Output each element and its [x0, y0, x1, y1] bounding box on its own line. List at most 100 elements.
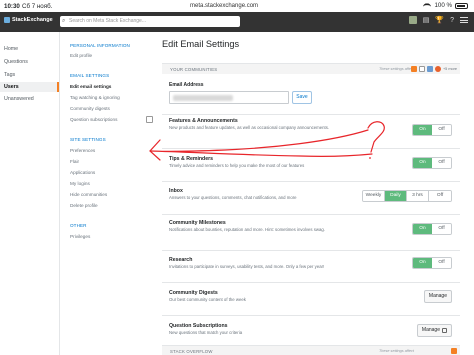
option-weekly[interactable]: Weekly — [363, 191, 385, 201]
research-toggle[interactable]: On Off — [412, 257, 452, 269]
toggle-off[interactable]: Off — [432, 125, 451, 135]
setting-description: New products and feature updates, as wel… — [169, 125, 330, 130]
left-navigation: Home Questions Tags Users Unanswered — [0, 32, 60, 355]
manage-digests-button[interactable]: Manage — [423, 290, 452, 303]
inbox-icon[interactable]: ▤ — [423, 16, 430, 24]
site-switcher-icon[interactable] — [460, 17, 468, 23]
setting-title: Features & Announcements — [169, 118, 238, 124]
link-flair[interactable]: Flair — [70, 159, 79, 164]
setting-description: Invitations to participate in surveys, u… — [169, 264, 325, 269]
link-hide-communities[interactable]: Hide communities — [70, 192, 107, 197]
option-daily[interactable]: Daily — [385, 191, 407, 201]
save-email-button[interactable]: Save — [292, 91, 312, 104]
stackoverflow-site-icon — [451, 348, 457, 354]
help-icon[interactable]: ? — [450, 17, 454, 24]
manage-label: Manage — [421, 327, 440, 333]
section-email-settings: EMAIL SETTINGS — [70, 73, 110, 78]
search-icon: ⌕ — [62, 18, 66, 24]
stack-overflow-label: STACK OVERFLOW — [170, 349, 213, 354]
setting-row-inbox: Inbox Answers to your questions, comment… — [162, 181, 460, 214]
affected-sites: +5 more — [410, 66, 457, 72]
tips-toggle[interactable]: On Off — [412, 157, 452, 169]
link-tag-watching[interactable]: Tag watching & ignoring — [70, 95, 120, 100]
url-bar[interactable]: meta.stackexchange.com — [190, 3, 258, 9]
site-topbar: StackExchange ⌕ Search on Meta Stack Exc… — [0, 12, 474, 32]
external-link-icon[interactable] — [146, 116, 153, 123]
more-sites-link[interactable]: +5 more — [443, 67, 457, 71]
setting-description: Answers to your questions, comments, cha… — [169, 195, 297, 200]
setting-title: Community Digests — [169, 290, 218, 296]
site-logo-text: StackExchange — [12, 17, 53, 23]
setting-description: Our best community content of the week — [169, 297, 246, 302]
option-off[interactable]: Off — [429, 191, 451, 201]
link-my-logins[interactable]: My logins — [70, 181, 90, 186]
setting-title: Question Subscriptions — [169, 323, 228, 329]
toggle-off[interactable]: Off — [432, 224, 451, 234]
setting-row-tips: Tips & Reminders Timely advice and remin… — [162, 148, 460, 181]
link-preferences[interactable]: Preferences — [70, 148, 95, 153]
setting-description: Notifications about bounties, reputation… — [169, 227, 325, 232]
setting-title: Inbox — [169, 188, 183, 194]
setting-row-features: Features & Announcements New products an… — [162, 114, 460, 148]
toggle-off[interactable]: Off — [432, 158, 451, 168]
link-delete-profile[interactable]: Delete profile — [70, 203, 98, 208]
link-edit-profile[interactable]: Edit profile — [70, 53, 92, 58]
toggle-on[interactable]: On — [413, 258, 432, 268]
link-applications[interactable]: Applications — [70, 170, 95, 175]
features-toggle[interactable]: On Off — [412, 124, 452, 136]
topbar-icons: ▤ 🏆 ? — [408, 16, 468, 24]
askubuntu-site-icon — [434, 66, 441, 72]
section-site-settings: SITE SETTINGS — [70, 137, 106, 142]
setting-title: Research — [169, 257, 193, 263]
setting-row-subscriptions: Question Subscriptions New questions tha… — [162, 315, 460, 347]
setting-row-research: Research Invitations to participate in s… — [162, 250, 460, 282]
search-placeholder: Search on Meta Stack Exchange... — [69, 18, 146, 24]
setting-description: Timely advice and reminders to help you … — [169, 163, 305, 168]
nav-users[interactable]: Users — [0, 82, 59, 92]
inbox-frequency-toggle[interactable]: Weekly Daily 3 hrs Off — [362, 190, 452, 202]
stackexchange-logo-icon — [4, 17, 10, 23]
superuser-site-icon — [426, 66, 433, 72]
toggle-on[interactable]: On — [413, 125, 432, 135]
manage-subscriptions-button[interactable]: Manage — [416, 324, 452, 337]
page-title: Edit Email Settings — [162, 39, 240, 49]
nav-questions[interactable]: Questions — [4, 59, 28, 65]
email-section: Email Address Save — [169, 82, 312, 104]
meta-site-icon — [418, 66, 425, 72]
link-privileges[interactable]: Privileges — [70, 234, 90, 239]
nav-home[interactable]: Home — [4, 46, 18, 52]
nav-unanswered[interactable]: Unanswered — [4, 96, 34, 102]
achievements-icon[interactable]: 🏆 — [435, 16, 444, 24]
link-community-digests[interactable]: Community digests — [70, 106, 110, 111]
affected-sites — [451, 348, 457, 354]
link-edit-email-settings[interactable]: Edit email settings — [70, 84, 111, 89]
toggle-on[interactable]: On — [413, 224, 432, 234]
toggle-off[interactable]: Off — [432, 258, 451, 268]
external-link-icon — [442, 328, 447, 333]
toggle-on[interactable]: On — [413, 158, 432, 168]
email-value-redacted — [173, 95, 233, 101]
setting-title: Tips & Reminders — [169, 156, 214, 162]
settings-affect-note: These settings affect — [378, 67, 414, 72]
setting-row-milestones: Community Milestones Notifications about… — [162, 214, 460, 250]
settings-affect-note: These settings affect — [378, 349, 414, 354]
manage-label: Manage — [428, 293, 447, 299]
setting-title: Community Milestones — [169, 220, 226, 226]
your-communities-label: YOUR COMMUNITIES — [170, 67, 218, 72]
email-field[interactable] — [169, 91, 289, 104]
site-logo[interactable]: StackExchange — [4, 17, 53, 23]
setting-row-digests: Community Digests Our best community con… — [162, 282, 460, 315]
link-question-subscriptions[interactable]: Question subscriptions — [70, 117, 117, 122]
milestones-toggle[interactable]: On Off — [412, 223, 452, 235]
your-communities-header: YOUR COMMUNITIES These settings affect +… — [162, 63, 460, 74]
email-label: Email Address — [169, 82, 204, 88]
stack-overflow-header: STACK OVERFLOW These settings affect — [162, 345, 460, 355]
browser-chrome: meta.stackexchange.com — [0, 0, 474, 12]
search-input[interactable]: ⌕ Search on Meta Stack Exchange... — [60, 16, 240, 27]
section-personal-info: PERSONAL INFORMATION — [70, 43, 130, 48]
annotation-arrowhead — [149, 139, 161, 161]
option-3hrs[interactable]: 3 hrs — [407, 191, 429, 201]
setting-description: New questions that match your criteria — [169, 330, 243, 335]
user-avatar[interactable] — [408, 16, 417, 24]
nav-tags[interactable]: Tags — [4, 72, 15, 78]
